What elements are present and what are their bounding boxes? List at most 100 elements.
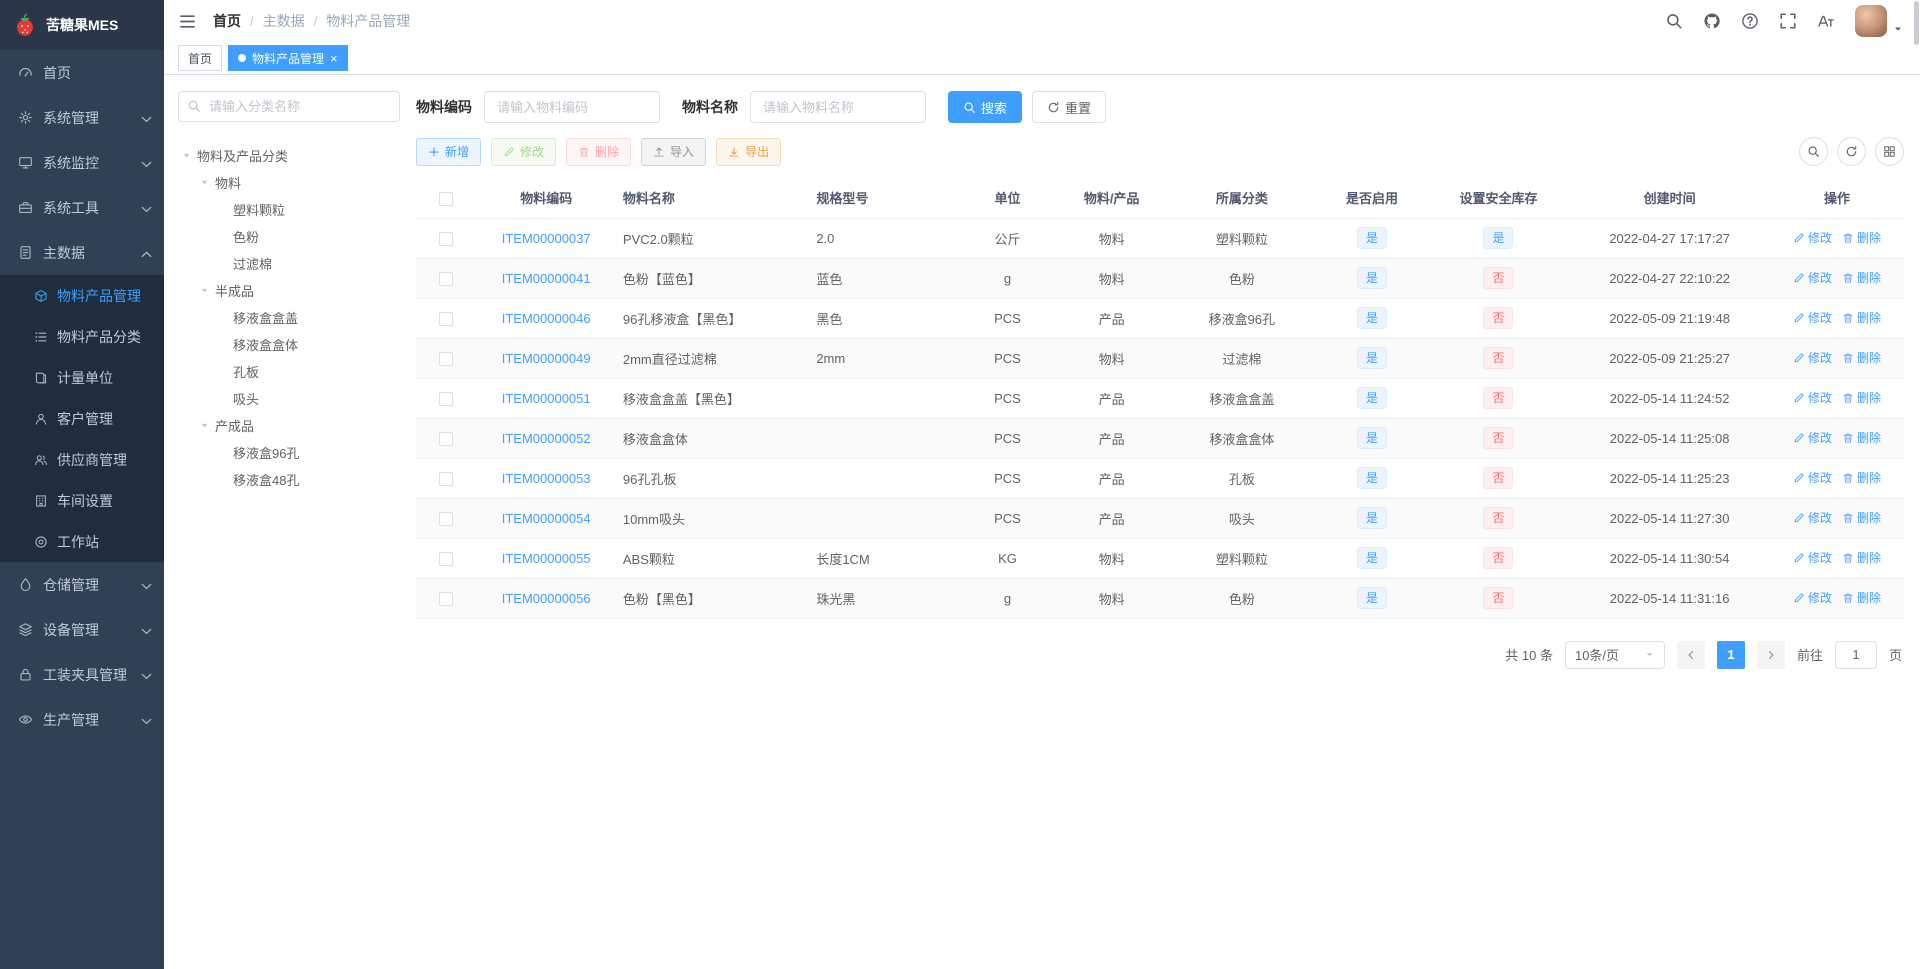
- row-delete-link[interactable]: 删除: [1842, 469, 1881, 486]
- breadcrumb-item[interactable]: 主数据: [263, 11, 305, 31]
- material-code-link[interactable]: ITEM00000056: [502, 591, 591, 606]
- tree-node[interactable]: 过滤棉: [178, 250, 400, 277]
- row-edit-link[interactable]: 修改: [1793, 229, 1832, 246]
- select-all-checkbox[interactable]: [438, 191, 453, 206]
- hamburger-icon[interactable]: [178, 12, 197, 31]
- category-search-input[interactable]: [178, 91, 400, 122]
- reset-button[interactable]: 重置: [1032, 91, 1107, 123]
- row-checkbox[interactable]: [438, 271, 453, 286]
- fontsize-button[interactable]: [1817, 12, 1835, 30]
- tree-node[interactable]: 移液盒盒体: [178, 331, 400, 358]
- tree-caret-icon[interactable]: [178, 149, 194, 163]
- table-row[interactable]: ITEM00000056 色粉【黑色】 珠光黑 g 物料 色粉 是 否 2022-05-14 1…: [416, 578, 1904, 619]
- row-delete-link[interactable]: 删除: [1842, 549, 1881, 566]
- row-delete-link[interactable]: 删除: [1842, 389, 1881, 406]
- row-checkbox[interactable]: [438, 311, 453, 326]
- row-checkbox[interactable]: [438, 591, 453, 606]
- tree-node[interactable]: 吸头: [178, 385, 400, 412]
- row-delete-link[interactable]: 删除: [1842, 309, 1881, 326]
- row-delete-link[interactable]: 删除: [1842, 589, 1881, 606]
- tree-node[interactable]: 半成品: [178, 277, 400, 304]
- row-edit-link[interactable]: 修改: [1793, 269, 1832, 286]
- row-checkbox[interactable]: [438, 231, 453, 246]
- row-edit-link[interactable]: 修改: [1793, 349, 1832, 366]
- table-row[interactable]: ITEM00000041 色粉【蓝色】 蓝色 g 物料 色粉 是 否 2022-04-27 22…: [416, 258, 1904, 299]
- avatar[interactable]: [1855, 5, 1887, 37]
- tree-node[interactable]: 移液盒48孔: [178, 466, 400, 493]
- tab-material-product[interactable]: 物料产品管理 ×: [228, 45, 348, 71]
- search-button[interactable]: 搜索: [948, 91, 1023, 123]
- row-checkbox[interactable]: [438, 351, 453, 366]
- tree-node[interactable]: 色粉: [178, 223, 400, 250]
- page-size-select[interactable]: 10条/页: [1564, 640, 1665, 669]
- tree-caret-icon[interactable]: [196, 284, 212, 298]
- sidebar-item-monitor[interactable]: 系统监控: [0, 140, 164, 185]
- table-row[interactable]: ITEM00000037 PVC2.0颗粒 2.0 公斤 物料 塑料颗粒 是 是 2022-04…: [416, 218, 1904, 259]
- question-button[interactable]: [1741, 12, 1759, 30]
- table-row[interactable]: ITEM00000052 移液盒盒体 PCS 产品 移液盒盒体是否 2022-05-14 …: [416, 418, 1904, 459]
- tree-caret-icon[interactable]: [196, 176, 212, 190]
- material-code-link[interactable]: ITEM00000053: [502, 471, 591, 486]
- material-code-link[interactable]: ITEM00000051: [502, 391, 591, 406]
- table-grid-button[interactable]: [1875, 137, 1904, 166]
- tree-node[interactable]: 移液盒盒盖: [178, 304, 400, 331]
- table-search-button[interactable]: [1799, 137, 1828, 166]
- table-row[interactable]: ITEM00000049 2mm直径过滤棉 2mm PCS 物料 过滤棉 是 否 2022-05…: [416, 338, 1904, 379]
- add-button[interactable]: 新增: [416, 137, 482, 166]
- tree-node[interactable]: 物料及产品分类: [178, 142, 400, 169]
- goto-page-input[interactable]: [1834, 640, 1877, 669]
- delete-button[interactable]: 删除: [566, 137, 632, 166]
- sidebar-item-equipment[interactable]: 设备管理: [0, 607, 164, 652]
- table-row[interactable]: ITEM00000054 10mm吸头 PCS 产品 吸头 是 否 2022-05-14 11…: [416, 498, 1904, 539]
- table-refresh-button[interactable]: [1837, 137, 1866, 166]
- tree-node[interactable]: 物料: [178, 169, 400, 196]
- fullscreen-button[interactable]: [1779, 12, 1797, 30]
- row-checkbox[interactable]: [438, 551, 453, 566]
- tree-node[interactable]: 移液盒96孔: [178, 439, 400, 466]
- sidebar-item-production[interactable]: 生产管理: [0, 697, 164, 742]
- sidebar-item-masterdata[interactable]: 主数据: [0, 230, 164, 275]
- row-edit-link[interactable]: 修改: [1793, 469, 1832, 486]
- sidebar-item-material-product[interactable]: 物料产品管理: [0, 275, 164, 316]
- sidebar-item-fixture[interactable]: 工装夹具管理: [0, 652, 164, 697]
- material-code-link[interactable]: ITEM00000049: [502, 351, 591, 366]
- tree-node[interactable]: 塑料颗粒: [178, 196, 400, 223]
- row-edit-link[interactable]: 修改: [1793, 389, 1832, 406]
- material-code-input[interactable]: [484, 91, 660, 123]
- sidebar-item-warehouse[interactable]: 仓储管理: [0, 562, 164, 607]
- breadcrumb-item[interactable]: 首页: [213, 11, 241, 31]
- page-1-button[interactable]: 1: [1716, 640, 1745, 669]
- sidebar-item-system[interactable]: 系统管理: [0, 95, 164, 140]
- search-button[interactable]: [1665, 12, 1683, 30]
- row-edit-link[interactable]: 修改: [1793, 589, 1832, 606]
- tab-home[interactable]: 首页: [178, 45, 223, 71]
- material-code-link[interactable]: ITEM00000037: [502, 231, 591, 246]
- tree-node[interactable]: 孔板: [178, 358, 400, 385]
- tree-caret-icon[interactable]: [196, 419, 212, 433]
- row-delete-link[interactable]: 删除: [1842, 349, 1881, 366]
- export-button[interactable]: 导出: [716, 137, 782, 166]
- next-page-button[interactable]: [1756, 640, 1785, 669]
- breadcrumb-item[interactable]: 物料产品管理: [326, 11, 410, 31]
- row-edit-link[interactable]: 修改: [1793, 549, 1832, 566]
- row-checkbox[interactable]: [438, 471, 453, 486]
- sidebar-item-customer[interactable]: 客户管理: [0, 398, 164, 439]
- sidebar-item-tools[interactable]: 系统工具: [0, 185, 164, 230]
- row-checkbox[interactable]: [438, 511, 453, 526]
- material-code-link[interactable]: ITEM00000046: [502, 311, 591, 326]
- row-edit-link[interactable]: 修改: [1793, 509, 1832, 526]
- tree-node[interactable]: 产成品: [178, 412, 400, 439]
- material-code-link[interactable]: ITEM00000052: [502, 431, 591, 446]
- sidebar-item-supplier[interactable]: 供应商管理: [0, 439, 164, 480]
- row-checkbox[interactable]: [438, 431, 453, 446]
- table-row[interactable]: ITEM00000046 96孔移液盒【黑色】 黑色 PCS 产品 移液盒96孔 是 否 202…: [416, 298, 1904, 339]
- close-tab-icon[interactable]: ×: [330, 52, 338, 65]
- table-row[interactable]: ITEM00000051 移液盒盒盖【黑色】 PCS 产品 移液盒盒盖 是 否 2022-05…: [416, 378, 1904, 419]
- scrollbar-thumb[interactable]: [1914, 1, 1919, 45]
- row-edit-link[interactable]: 修改: [1793, 429, 1832, 446]
- material-code-link[interactable]: ITEM00000054: [502, 511, 591, 526]
- app-logo[interactable]: 苦糖果MES: [0, 0, 164, 50]
- prev-page-button[interactable]: [1676, 640, 1705, 669]
- import-button[interactable]: 导入: [641, 137, 707, 166]
- table-row[interactable]: ITEM00000055 ABS颗粒 长度1CM KG 物料 塑料颗粒 是 否 2022-05-…: [416, 538, 1904, 579]
